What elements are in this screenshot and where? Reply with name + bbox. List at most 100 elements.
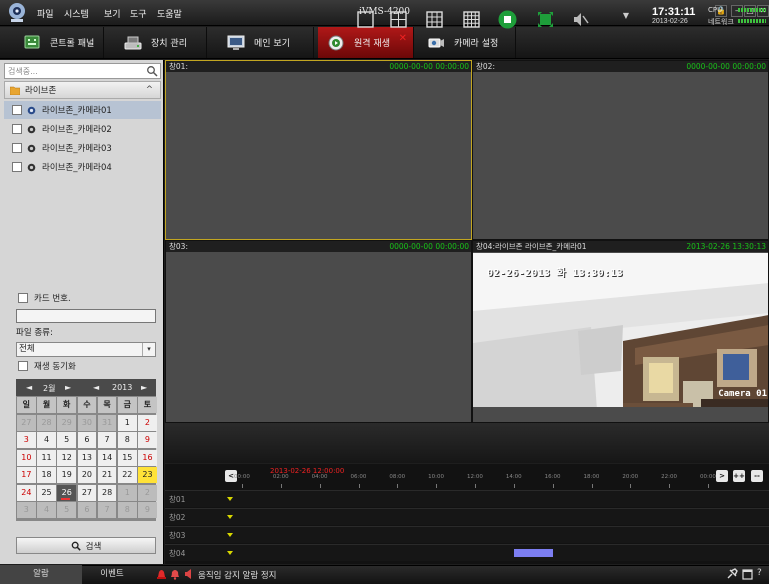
bell-icon[interactable]: [170, 568, 180, 580]
timeline-row[interactable]: 창02: [165, 508, 769, 525]
calendar-day[interactable]: 11: [37, 449, 56, 466]
calendar-day[interactable]: 21: [97, 467, 117, 483]
menu-tools[interactable]: 도구: [130, 7, 147, 20]
calendar-day[interactable]: 31: [97, 414, 117, 431]
calendar-day[interactable]: 9: [138, 432, 157, 448]
camera-group-header[interactable]: 라이브존 ^: [4, 81, 161, 99]
tab-control-panel[interactable]: 콘트롤 패널: [14, 27, 104, 58]
calendar-day[interactable]: 3: [17, 502, 36, 518]
camera-checkbox[interactable]: [12, 143, 22, 153]
calendar-day[interactable]: 22: [117, 467, 137, 483]
calendar-day[interactable]: 5: [57, 432, 77, 448]
stop-all-icon[interactable]: [498, 10, 517, 29]
card-number-field[interactable]: [16, 309, 156, 323]
menu-system[interactable]: 시스템: [64, 7, 89, 20]
video-pane-3[interactable]: 창03: 0000-00-00 00:00:00: [165, 240, 472, 423]
camera-checkbox[interactable]: [12, 124, 22, 134]
calendar-day[interactable]: 5: [57, 502, 77, 518]
layout-2x2-icon[interactable]: [390, 11, 407, 28]
video-pane-4[interactable]: 창04:라이브존 라이브존_카메라01 2013-02-26 13:30:13 …: [472, 240, 769, 423]
calendar-day[interactable]: 27: [77, 484, 97, 501]
calendar-day[interactable]: 6: [77, 432, 97, 448]
video-pane-1[interactable]: 창01: 0000-00-00 00:00:00: [165, 60, 472, 240]
fullscreen-icon[interactable]: [537, 11, 554, 28]
camera-checkbox[interactable]: [12, 162, 22, 172]
calendar-day[interactable]: 15: [117, 449, 137, 466]
calendar-day[interactable]: 12: [57, 449, 77, 466]
calendar-day[interactable]: 4: [37, 432, 56, 448]
calendar-day[interactable]: 6: [77, 502, 97, 518]
tab-main-view[interactable]: 메인 보기: [218, 27, 314, 58]
calendar-day[interactable]: 13: [77, 449, 97, 466]
collapse-arrow-icon[interactable]: ^: [146, 85, 153, 95]
playback-video-frame[interactable]: 02-26-2013 화 13:30:13 Camera 01: [473, 253, 768, 407]
tab-overflow-button[interactable]: ▼: [615, 0, 637, 31]
calendar-day[interactable]: 18: [37, 467, 56, 483]
search-input[interactable]: [5, 64, 143, 78]
calendar-day[interactable]: 8: [117, 502, 137, 518]
help-icon[interactable]: ?: [757, 568, 769, 580]
calendar-day[interactable]: 8: [117, 432, 137, 448]
layout-3x3-icon[interactable]: [426, 11, 443, 28]
calendar-day[interactable]: 30: [77, 414, 97, 431]
camera-row[interactable]: 라이브존_카메라01: [4, 101, 161, 119]
search-icon[interactable]: [146, 65, 158, 77]
mute-icon[interactable]: [572, 11, 589, 28]
zoom-in-button[interactable]: ++: [733, 470, 745, 482]
alarm-icon[interactable]: [156, 568, 167, 580]
camera-row[interactable]: 라이브존_카메라04: [4, 158, 161, 176]
calendar-day[interactable]: 7: [97, 432, 117, 448]
calendar-day[interactable]: 2: [138, 414, 157, 431]
year-next-button[interactable]: ►: [141, 383, 147, 392]
alarm-tab[interactable]: 알람: [0, 565, 82, 584]
month-next-button[interactable]: ►: [65, 383, 71, 392]
calendar-day[interactable]: 23: [138, 467, 157, 483]
sound-icon[interactable]: [184, 568, 194, 580]
timeline-row[interactable]: 창03: [165, 526, 769, 543]
chevron-down-icon[interactable]: ▾: [142, 343, 155, 356]
year-prev-button[interactable]: ◄: [93, 383, 99, 392]
camera-checkbox[interactable]: [12, 105, 22, 115]
calendar-day[interactable]: 28: [37, 414, 56, 431]
timeline-row[interactable]: 창04: [165, 544, 769, 561]
tab-device-management[interactable]: 장치 관리: [115, 27, 207, 58]
calendar-day[interactable]: 17: [17, 467, 36, 483]
calendar-day[interactable]: 9: [138, 502, 157, 518]
tab-remote-playback[interactable]: 원격 재생 ✕: [318, 27, 414, 58]
calendar-day[interactable]: 14: [97, 449, 117, 466]
calendar-day[interactable]: 16: [138, 449, 157, 466]
calendar-day[interactable]: 7: [97, 502, 117, 518]
calendar-day[interactable]: 10: [17, 449, 36, 466]
menu-help[interactable]: 도움말: [157, 7, 182, 20]
calendar-day[interactable]: 24: [17, 484, 36, 501]
zoom-out-button[interactable]: --: [751, 470, 763, 482]
calendar-day[interactable]: 2: [138, 484, 157, 501]
window-icon[interactable]: [742, 568, 753, 580]
calendar-day[interactable]: 29: [57, 414, 77, 431]
pin-icon[interactable]: [726, 568, 738, 580]
calendar-day[interactable]: 27: [17, 414, 36, 431]
layout-4x4-icon[interactable]: [463, 11, 480, 28]
calendar-day[interactable]: 26: [57, 484, 77, 501]
calendar-day[interactable]: 19: [57, 467, 77, 483]
camera-row[interactable]: 라이브존_카메라02: [4, 120, 161, 138]
file-type-select[interactable]: 전체 ▾: [16, 342, 156, 357]
search-button[interactable]: 검색: [16, 537, 156, 554]
calendar-day[interactable]: 4: [37, 502, 56, 518]
recording-segment[interactable]: [513, 549, 553, 557]
calendar-day[interactable]: 20: [77, 467, 97, 483]
calendar-day[interactable]: 25: [37, 484, 56, 501]
event-tab[interactable]: 이벤트: [82, 565, 142, 584]
camera-row[interactable]: 라이브존_카메라03: [4, 139, 161, 157]
layout-1x1-icon[interactable]: [357, 11, 374, 28]
calendar-day[interactable]: 1: [117, 414, 137, 431]
sync-playback-checkbox[interactable]: [18, 361, 28, 371]
calendar-day[interactable]: 3: [17, 432, 36, 448]
month-prev-button[interactable]: ◄: [26, 383, 32, 392]
calendar-day[interactable]: 1: [117, 484, 137, 501]
video-pane-2[interactable]: 창02: 0000-00-00 00:00:00: [472, 60, 769, 240]
menu-view[interactable]: 보기: [104, 7, 121, 20]
calendar-day[interactable]: 28: [97, 484, 117, 501]
timeline-row[interactable]: 창01: [165, 490, 769, 507]
timeline-next-button[interactable]: >: [716, 470, 728, 482]
